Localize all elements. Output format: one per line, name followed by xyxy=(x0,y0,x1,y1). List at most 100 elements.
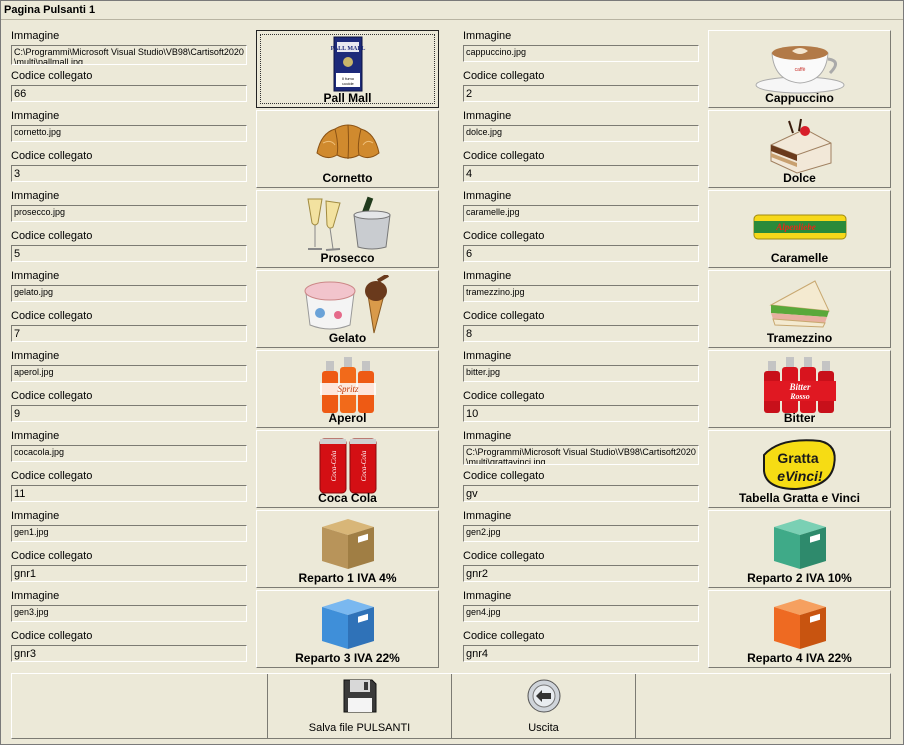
svg-text:Rosso: Rosso xyxy=(789,392,810,401)
code-label: Codice collegato xyxy=(463,550,545,562)
title-bar: Pagina Pulsanti 1 xyxy=(1,1,903,20)
product-button-cornetto[interactable]: Cornetto xyxy=(256,110,439,188)
image-path-field[interactable]: cocacola.jpg xyxy=(11,445,247,462)
croissant-icon xyxy=(257,115,438,175)
image-path-field[interactable]: C:\Programmi\Microsoft Visual Studio\VB9… xyxy=(11,45,247,65)
product-button-reparto-3[interactable]: Reparto 3 IVA 22% xyxy=(256,590,439,668)
image-path-field[interactable]: gen2.jpg xyxy=(463,525,699,542)
spritz-bottles-icon: Spritz xyxy=(257,355,438,415)
code-field[interactable]: 7 xyxy=(11,325,247,342)
code-label: Codice collegato xyxy=(11,390,93,402)
button-caption: Reparto 3 IVA 22% xyxy=(295,651,400,665)
image-label: Immagine xyxy=(463,190,512,202)
code-field[interactable]: gnr2 xyxy=(463,565,699,582)
code-label: Codice collegato xyxy=(463,630,545,642)
image-path-field[interactable]: tramezzino.jpg xyxy=(463,285,699,302)
button-caption: Tabella Gratta e Vinci xyxy=(739,491,860,505)
product-button-cappuccino[interactable]: caffè Cappuccino xyxy=(708,30,891,108)
image-label: Immagine xyxy=(463,430,512,442)
code-field[interactable]: gnr3 xyxy=(11,645,247,662)
product-button-bitter[interactable]: Bitter Rosso Bitter xyxy=(708,350,891,428)
image-path-field[interactable]: cornetto.jpg xyxy=(11,125,247,142)
svg-text:Coca-Cola: Coca-Cola xyxy=(330,450,338,481)
code-label: Codice collegato xyxy=(11,470,93,482)
image-path-field[interactable]: gen1.jpg xyxy=(11,525,247,542)
image-label: Immagine xyxy=(463,270,512,282)
product-button-coca-cola[interactable]: Coca-Cola Coca-Cola Coca Cola xyxy=(256,430,439,508)
image-path-field[interactable]: dolce.jpg xyxy=(463,125,699,142)
code-field[interactable]: 10 xyxy=(463,405,699,422)
code-field[interactable]: gnr1 xyxy=(11,565,247,582)
button-caption: Aperol xyxy=(328,411,367,425)
image-path-field[interactable]: gen3.jpg xyxy=(11,605,247,622)
button-caption: Pall Mall xyxy=(323,91,372,105)
product-button-prosecco[interactable]: Prosecco xyxy=(256,190,439,268)
code-field[interactable]: gv xyxy=(463,485,699,502)
button-caption: Reparto 4 IVA 22% xyxy=(747,651,852,665)
svg-text:Spritz: Spritz xyxy=(337,384,359,394)
image-label: Immagine xyxy=(463,510,512,522)
button-caption: Cappuccino xyxy=(765,91,834,105)
code-label: Codice collegato xyxy=(463,70,545,82)
button-caption: Gelato xyxy=(328,331,367,345)
product-button-reparto-2[interactable]: Reparto 2 IVA 10% xyxy=(708,510,891,588)
button-caption: Bitter xyxy=(783,411,816,425)
footer-empty-cell xyxy=(12,674,268,738)
image-label: Immagine xyxy=(463,30,512,42)
product-button-gelato[interactable]: Gelato xyxy=(256,270,439,348)
cigarette-pack-icon: PALL MALL Il fumo uccide xyxy=(257,35,438,95)
image-label: Immagine xyxy=(11,510,60,522)
svg-text:PALL MALL: PALL MALL xyxy=(330,46,365,52)
product-button-reparto-1[interactable]: Reparto 1 IVA 4% xyxy=(256,510,439,588)
champagne-glasses-icon xyxy=(257,195,438,255)
image-path-field[interactable]: gen4.jpg xyxy=(463,605,699,622)
image-path-field[interactable]: prosecco.jpg xyxy=(11,205,247,222)
exit-arrow-icon xyxy=(526,678,562,719)
code-field[interactable]: gnr4 xyxy=(463,645,699,662)
image-label: Immagine xyxy=(11,270,60,282)
floppy-disk-icon xyxy=(342,676,378,719)
button-caption: Prosecco xyxy=(320,251,375,265)
svg-text:Bitter: Bitter xyxy=(788,382,810,392)
image-label: Immagine xyxy=(463,350,512,362)
image-label: Immagine xyxy=(11,110,60,122)
button-caption: Dolce xyxy=(783,171,816,185)
code-label: Codice collegato xyxy=(463,150,545,162)
image-label: Immagine xyxy=(463,110,512,122)
code-field[interactable]: 9 xyxy=(11,405,247,422)
footer-empty-cell xyxy=(636,674,890,738)
product-button-tramezzino[interactable]: Tramezzino xyxy=(708,270,891,348)
code-field[interactable]: 4 xyxy=(463,165,699,182)
product-button-reparto-4[interactable]: Reparto 4 IVA 22% xyxy=(708,590,891,668)
product-button-dolce[interactable]: Dolce xyxy=(708,110,891,188)
code-field[interactable]: 6 xyxy=(463,245,699,262)
button-caption: Caramelle xyxy=(770,251,829,265)
code-label: Codice collegato xyxy=(11,310,93,322)
code-field[interactable]: 66 xyxy=(11,85,247,102)
code-label: Codice collegato xyxy=(11,550,93,562)
svg-text:Alpenliebe: Alpenliebe xyxy=(775,222,816,232)
product-button-aperol[interactable]: Spritz Aperol xyxy=(256,350,439,428)
image-path-field[interactable]: aperol.jpg xyxy=(11,365,247,382)
code-field[interactable]: 2 xyxy=(463,85,699,102)
save-button[interactable]: Salva file PULSANTI xyxy=(268,674,452,738)
image-path-field[interactable]: caramelle.jpg xyxy=(463,205,699,222)
svg-text:Il fumo: Il fumo xyxy=(341,76,354,81)
product-button-pall-mall[interactable]: PALL MALL Il fumo uccide Pall Mall xyxy=(256,30,439,108)
image-path-field[interactable]: bitter.jpg xyxy=(463,365,699,382)
image-path-field[interactable]: C:\Programmi\Microsoft Visual Studio\VB9… xyxy=(463,445,699,465)
code-field[interactable]: 3 xyxy=(11,165,247,182)
product-button-gratta-vinci[interactable]: Gratta eVinci! Tabella Gratta e Vinci xyxy=(708,430,891,508)
code-field[interactable]: 5 xyxy=(11,245,247,262)
svg-text:Gratta: Gratta xyxy=(777,450,818,466)
code-field[interactable]: 8 xyxy=(463,325,699,342)
product-button-caramelle[interactable]: Alpenliebe Caramelle xyxy=(708,190,891,268)
svg-text:eVinci!: eVinci! xyxy=(777,468,823,484)
image-path-field[interactable]: gelato.jpg xyxy=(11,285,247,302)
box-blue-icon xyxy=(257,595,438,655)
exit-button[interactable]: Uscita xyxy=(452,674,636,738)
code-label: Codice collegato xyxy=(463,390,545,402)
image-path-field[interactable]: cappuccino.jpg xyxy=(463,45,699,62)
code-label: Codice collegato xyxy=(463,230,545,242)
code-field[interactable]: 11 xyxy=(11,485,247,502)
